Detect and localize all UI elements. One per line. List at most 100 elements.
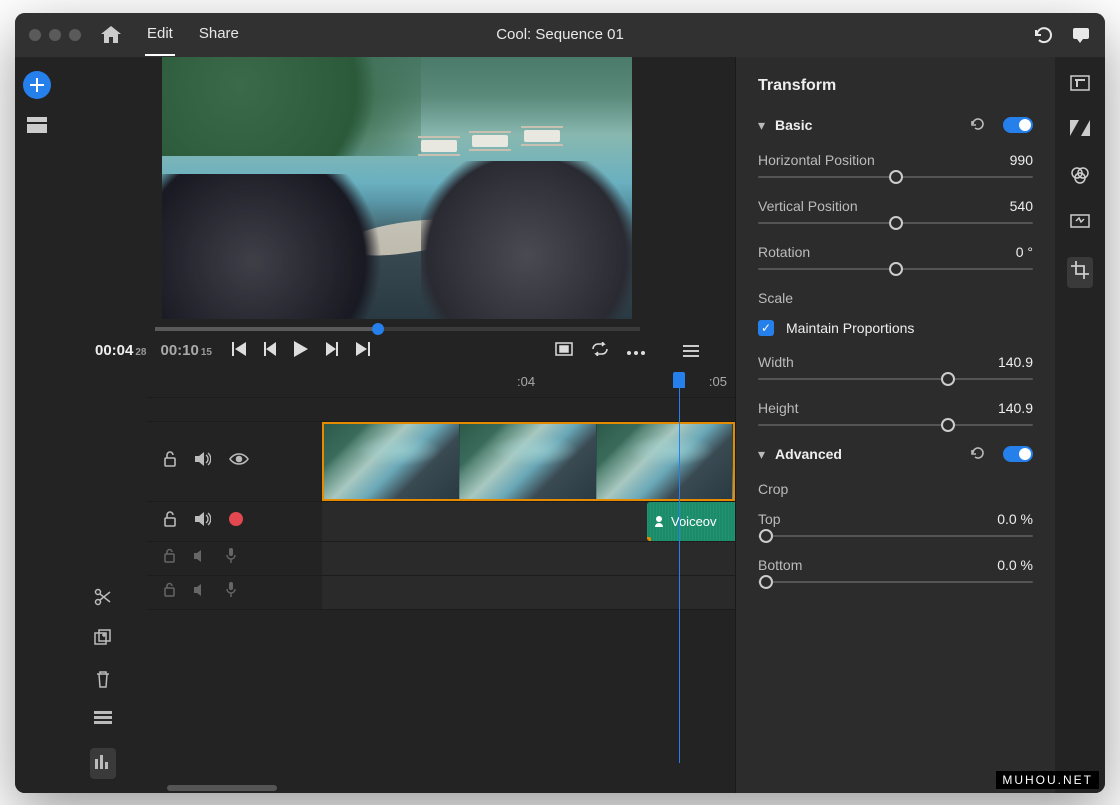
reset-icon[interactable]: [971, 446, 987, 462]
height-label: Height: [758, 400, 798, 416]
go-to-end-icon[interactable]: [354, 342, 370, 360]
meters-icon[interactable]: [90, 748, 116, 779]
rotation-value[interactable]: 0 °: [1016, 244, 1033, 260]
mute-icon[interactable]: [195, 452, 211, 471]
hpos-label: Horizontal Position: [758, 152, 875, 168]
app-window: Edit Share Cool: Sequence 01: [15, 13, 1105, 793]
advanced-toggle[interactable]: [1003, 446, 1033, 462]
speed-icon[interactable]: [1070, 214, 1090, 233]
time-ruler[interactable]: :04 :05: [147, 367, 735, 397]
mode-tabs: Edit Share: [145, 13, 241, 56]
go-to-start-icon[interactable]: [232, 342, 248, 360]
minimize-dot[interactable]: [49, 29, 61, 41]
hpos-slider[interactable]: [758, 176, 1033, 178]
home-icon[interactable]: [101, 26, 121, 44]
lock-icon[interactable]: [163, 582, 176, 602]
playhead-handle[interactable]: [673, 372, 685, 388]
tracks-icon[interactable]: [94, 711, 112, 730]
crop-top-label: Top: [758, 511, 781, 527]
chevron-down-icon[interactable]: ▾: [758, 117, 765, 134]
inspector-panel: Transform ▾ Basic Horizontal Position990…: [735, 57, 1055, 793]
crop-icon[interactable]: [1067, 257, 1093, 288]
vpos-slider[interactable]: [758, 222, 1033, 224]
timeline-tools: [59, 367, 147, 793]
basic-toggle[interactable]: [1003, 117, 1033, 133]
audio-clip[interactable]: Voiceov: [647, 502, 735, 541]
timeline-scrollbar[interactable]: [147, 783, 735, 793]
chevron-down-icon[interactable]: ▾: [758, 446, 765, 463]
zoom-dot[interactable]: [69, 29, 81, 41]
video-clip[interactable]: [322, 422, 735, 501]
window-controls: [29, 29, 81, 41]
lock-icon[interactable]: [163, 548, 176, 568]
step-forward-icon[interactable]: [324, 342, 338, 360]
audio-track-3: [147, 575, 735, 609]
titles-icon[interactable]: [1070, 75, 1090, 96]
rotation-label: Rotation: [758, 244, 810, 260]
vpos-value[interactable]: 540: [1010, 198, 1033, 214]
scissors-icon[interactable]: [94, 588, 112, 611]
ruler-tick: :05: [709, 374, 727, 389]
rotation-slider[interactable]: [758, 268, 1033, 270]
tab-share[interactable]: Share: [197, 13, 241, 56]
width-value[interactable]: 140.9: [998, 354, 1033, 370]
visibility-icon[interactable]: [229, 452, 249, 470]
duplicate-icon[interactable]: [94, 629, 112, 652]
play-icon[interactable]: [294, 341, 308, 361]
panel-menu-icon[interactable]: [683, 345, 699, 357]
vpos-label: Vertical Position: [758, 198, 858, 214]
transport-controls: 00:0428 00:1015: [87, 341, 707, 361]
more-icon[interactable]: [627, 342, 645, 359]
watermark: MUHOU.NET: [996, 771, 1099, 789]
left-rail: [15, 57, 59, 793]
fullscreen-icon[interactable]: [555, 342, 573, 360]
width-label: Width: [758, 354, 794, 370]
audio-clip-label: Voiceov: [671, 514, 717, 529]
ruler-tick: :04: [517, 374, 535, 389]
color-icon[interactable]: [1070, 165, 1090, 190]
undo-icon[interactable]: [1033, 26, 1053, 44]
record-button[interactable]: [229, 512, 243, 531]
add-media-button[interactable]: [23, 71, 51, 99]
lock-icon[interactable]: [163, 451, 177, 472]
section-advanced-title[interactable]: Advanced: [775, 446, 961, 462]
mic-icon[interactable]: [226, 582, 236, 602]
duration-timecode: 00:1015: [161, 342, 213, 359]
maintain-proportions-label: Maintain Proportions: [786, 320, 914, 336]
maintain-proportions-checkbox[interactable]: ✓: [758, 320, 774, 336]
document-title: Cool: Sequence 01: [496, 26, 624, 43]
comment-icon[interactable]: [1071, 26, 1091, 44]
mute-icon[interactable]: [194, 583, 208, 601]
reset-icon[interactable]: [971, 117, 987, 133]
video-frame[interactable]: [162, 57, 632, 319]
crop-top-slider[interactable]: [758, 535, 1033, 537]
crop-bottom-value[interactable]: 0.0 %: [997, 557, 1033, 573]
timeline: :04 :05: [59, 367, 735, 793]
project-panel-icon[interactable]: [27, 117, 47, 138]
close-dot[interactable]: [29, 29, 41, 41]
trash-icon[interactable]: [95, 670, 111, 693]
mute-icon[interactable]: [195, 512, 211, 531]
mic-icon[interactable]: [226, 548, 236, 568]
tracks-area: :04 :05: [147, 367, 735, 793]
mute-icon[interactable]: [194, 549, 208, 567]
crop-bottom-slider[interactable]: [758, 581, 1033, 583]
step-back-icon[interactable]: [264, 342, 278, 360]
lock-icon[interactable]: [163, 511, 177, 532]
video-track: [147, 421, 735, 501]
width-slider[interactable]: [758, 378, 1033, 380]
hpos-value[interactable]: 990: [1010, 152, 1033, 168]
effects-rail: [1055, 57, 1105, 793]
transitions-icon[interactable]: [1070, 120, 1090, 141]
audio-track-2: [147, 541, 735, 575]
audio-track-1: Voiceov: [147, 501, 735, 541]
crop-top-value[interactable]: 0.0 %: [997, 511, 1033, 527]
height-value[interactable]: 140.9: [998, 400, 1033, 416]
tab-edit[interactable]: Edit: [145, 13, 175, 56]
crop-bottom-label: Bottom: [758, 557, 802, 573]
loop-icon[interactable]: [591, 342, 609, 360]
height-slider[interactable]: [758, 424, 1033, 426]
crop-label: Crop: [758, 481, 1033, 497]
preview-scrubber[interactable]: [155, 327, 640, 331]
section-basic-title[interactable]: Basic: [775, 117, 961, 133]
